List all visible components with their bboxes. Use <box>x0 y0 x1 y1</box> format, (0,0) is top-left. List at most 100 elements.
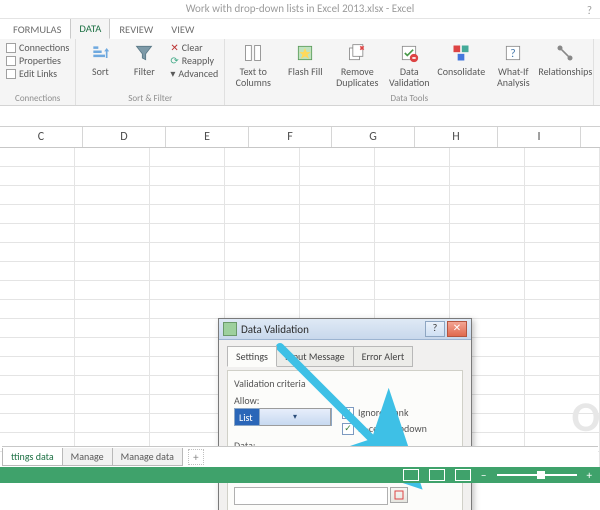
cell[interactable] <box>300 224 375 242</box>
cell[interactable] <box>0 243 75 261</box>
col-header[interactable]: F <box>249 127 332 147</box>
cell[interactable] <box>75 205 150 223</box>
tab-error-alert[interactable]: Error Alert <box>353 346 414 367</box>
cell[interactable] <box>375 243 450 261</box>
cell[interactable] <box>75 300 150 318</box>
incell-dropdown-checkbox[interactable]: ✓In-cell dropdown <box>342 422 427 435</box>
cell[interactable] <box>150 300 225 318</box>
cell[interactable] <box>300 205 375 223</box>
sort-button[interactable]: Sort <box>82 42 118 77</box>
cell[interactable] <box>150 167 225 185</box>
col-header[interactable]: C <box>0 127 83 147</box>
cell[interactable] <box>75 262 150 280</box>
cell[interactable] <box>300 243 375 261</box>
tab-view[interactable]: VIEW <box>162 19 203 39</box>
cell[interactable] <box>525 224 600 242</box>
cell[interactable] <box>450 186 525 204</box>
formula-bar[interactable] <box>0 106 600 127</box>
zoom-slider[interactable] <box>497 474 577 476</box>
cell[interactable] <box>225 205 300 223</box>
cell[interactable] <box>450 205 525 223</box>
cell[interactable] <box>225 186 300 204</box>
cell[interactable] <box>75 243 150 261</box>
cell[interactable] <box>300 281 375 299</box>
cell[interactable] <box>150 224 225 242</box>
zoom-out-icon[interactable]: − <box>481 469 486 482</box>
col-header[interactable]: E <box>166 127 249 147</box>
chevron-down-icon[interactable]: ▾ <box>259 408 331 426</box>
cell[interactable] <box>450 281 525 299</box>
cell[interactable] <box>525 167 600 185</box>
cell[interactable] <box>300 186 375 204</box>
cell[interactable] <box>225 262 300 280</box>
source-input[interactable] <box>234 487 388 505</box>
cmd-clear[interactable]: ✕Clear <box>170 42 218 54</box>
cell[interactable] <box>0 338 75 356</box>
cell[interactable] <box>150 186 225 204</box>
cell[interactable] <box>375 300 450 318</box>
sheet-tab[interactable]: Manage <box>62 448 113 466</box>
cell[interactable] <box>150 281 225 299</box>
cell[interactable] <box>450 148 525 166</box>
cell[interactable] <box>0 224 75 242</box>
cell[interactable] <box>375 205 450 223</box>
cell[interactable] <box>300 167 375 185</box>
col-header[interactable]: D <box>83 127 166 147</box>
cell[interactable] <box>450 224 525 242</box>
cell[interactable] <box>0 319 75 337</box>
tab-formulas[interactable]: FORMULAS <box>4 19 70 39</box>
cell[interactable] <box>525 243 600 261</box>
sheet-tab[interactable]: Manage data <box>112 448 183 466</box>
worksheet[interactable]: C D E F G H I Data Validation ? ✕ Settin… <box>0 127 600 483</box>
cmd-advanced[interactable]: ▾Advanced <box>170 68 218 80</box>
filter-button[interactable]: Filter <box>126 42 162 77</box>
cell[interactable] <box>225 224 300 242</box>
cell[interactable] <box>150 262 225 280</box>
cell[interactable] <box>525 281 600 299</box>
help-icon[interactable]: ? <box>587 2 592 20</box>
col-header[interactable]: G <box>332 127 415 147</box>
cell[interactable] <box>375 224 450 242</box>
range-picker-icon[interactable] <box>390 487 408 503</box>
cell[interactable] <box>450 167 525 185</box>
cell[interactable] <box>150 319 225 337</box>
cell[interactable] <box>375 262 450 280</box>
cell[interactable] <box>150 357 225 375</box>
cell[interactable] <box>450 300 525 318</box>
cell[interactable] <box>75 338 150 356</box>
cell[interactable] <box>0 262 75 280</box>
cell[interactable] <box>150 205 225 223</box>
cell[interactable] <box>0 281 75 299</box>
cell[interactable] <box>450 243 525 261</box>
cell[interactable] <box>150 395 225 413</box>
cell[interactable] <box>525 262 600 280</box>
cell[interactable] <box>0 395 75 413</box>
cell[interactable] <box>225 281 300 299</box>
cell[interactable] <box>300 262 375 280</box>
cell[interactable] <box>225 243 300 261</box>
consolidate-button[interactable]: Consolidate <box>439 42 483 77</box>
remove-duplicates-button[interactable]: Remove Duplicates <box>335 42 379 88</box>
cell[interactable] <box>525 205 600 223</box>
data-validation-button[interactable]: Data Validation <box>387 42 431 88</box>
cell[interactable] <box>75 376 150 394</box>
cell[interactable] <box>150 148 225 166</box>
cell[interactable] <box>525 148 600 166</box>
cell[interactable] <box>525 319 600 337</box>
cmd-reapply[interactable]: ⟳Reapply <box>170 55 218 67</box>
cell[interactable] <box>0 148 75 166</box>
cell[interactable] <box>150 376 225 394</box>
zoom-in-icon[interactable]: + <box>587 469 592 482</box>
cell[interactable] <box>75 357 150 375</box>
cell[interactable] <box>0 205 75 223</box>
tab-input-message[interactable]: Input Message <box>276 346 354 367</box>
cell[interactable] <box>0 167 75 185</box>
cell[interactable] <box>75 186 150 204</box>
sheet-tab[interactable]: ttings data <box>2 448 63 466</box>
cell[interactable] <box>300 300 375 318</box>
view-normal-icon[interactable] <box>403 469 419 481</box>
cell[interactable] <box>450 262 525 280</box>
view-break-icon[interactable] <box>455 469 471 481</box>
cell[interactable] <box>75 281 150 299</box>
allow-combo[interactable]: List ▾ <box>234 408 332 426</box>
